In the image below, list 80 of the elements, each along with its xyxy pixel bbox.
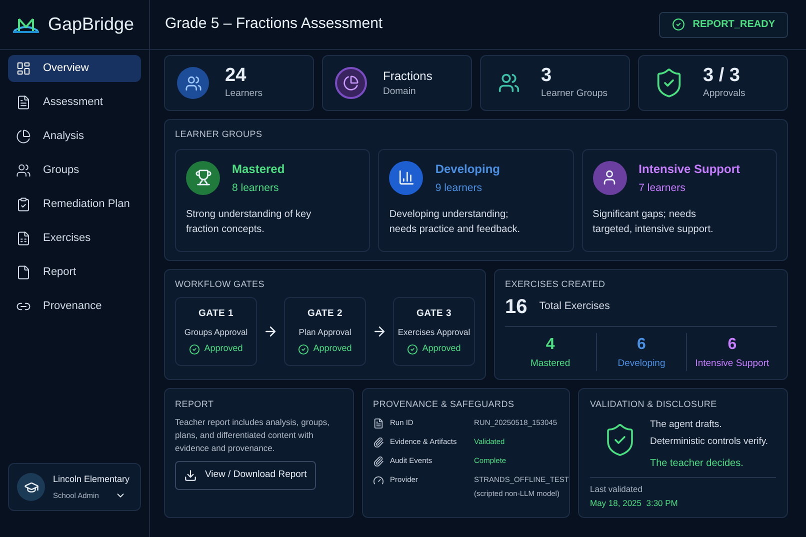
download-report-button[interactable]: View / Download Report bbox=[175, 461, 316, 490]
sidebar-item[interactable]: Assessment bbox=[8, 89, 141, 116]
group-description: Strong understanding of key fraction concepts. bbox=[186, 208, 312, 238]
section-title: PROVENANCE & SAFEGUARDS bbox=[373, 398, 516, 410]
brand-name: GapBridge bbox=[48, 13, 134, 36]
report-description: Teacher report includes analysis, groups, plans, and differentiated content with evidence and provenance. bbox=[175, 416, 330, 455]
stat-value: 24 bbox=[225, 64, 248, 87]
school-name: Lincoln Elementary bbox=[53, 473, 130, 486]
users-icon bbox=[177, 67, 209, 99]
gate-status: Approved bbox=[189, 342, 243, 356]
check-circle-icon bbox=[298, 344, 310, 354]
stat-value: Fractions bbox=[383, 68, 432, 85]
paperclip-icon bbox=[373, 437, 384, 448]
check-circle-icon bbox=[407, 344, 418, 354]
exercise-count: 6 Developing bbox=[596, 333, 686, 372]
gate-status: Approved bbox=[298, 342, 352, 356]
section-title: EXERCISES CREATED bbox=[505, 278, 606, 290]
page-title: Grade 5 – Fractions Assessment bbox=[165, 14, 383, 34]
paperclip-icon bbox=[373, 456, 384, 467]
stat-label: Learners bbox=[225, 86, 262, 101]
sidebar-item[interactable]: Provenance bbox=[8, 293, 141, 320]
validation-emphasis: The teacher decides. bbox=[650, 456, 744, 470]
sidebar-item[interactable]: Exercises bbox=[8, 225, 141, 252]
arrow-right-icon bbox=[372, 324, 387, 339]
gate-name: Groups Approval bbox=[184, 326, 248, 338]
clipboard-check-icon bbox=[16, 197, 31, 212]
group-count: 9 learners bbox=[435, 180, 484, 196]
arrow-right-icon bbox=[263, 324, 278, 339]
stat-value: 3 bbox=[541, 64, 553, 87]
group-count: 7 learners bbox=[638, 180, 686, 196]
download-icon bbox=[184, 469, 197, 482]
gauge-icon bbox=[373, 475, 384, 486]
gate-title: GATE 3 bbox=[416, 307, 452, 322]
file-icon bbox=[16, 265, 31, 280]
group-name: Mastered bbox=[232, 160, 285, 178]
sidebar-item[interactable]: Remediation Plan bbox=[8, 191, 141, 218]
stat-label: Learner Groups bbox=[541, 86, 608, 101]
check-circle-icon bbox=[189, 344, 200, 354]
total-label: Total Exercises bbox=[539, 299, 610, 314]
users-icon bbox=[16, 163, 31, 178]
sidebar-item[interactable]: Report bbox=[8, 259, 141, 286]
gate-title: GATE 2 bbox=[307, 307, 343, 322]
stat-label: Domain bbox=[383, 84, 417, 99]
sidebar-item[interactable]: Overview bbox=[8, 55, 141, 82]
group-name: Intensive Support bbox=[638, 160, 740, 178]
gate-status: Approved bbox=[407, 342, 461, 356]
pie-chart-icon bbox=[16, 129, 31, 144]
user-icon bbox=[592, 160, 627, 195]
last-validated-label: Last validated bbox=[590, 482, 644, 496]
sidebar-item[interactable]: Groups bbox=[8, 157, 141, 184]
exercise-count: 6 Intensive Support bbox=[686, 333, 777, 372]
stat-label: Approvals bbox=[703, 86, 746, 101]
total-count: 16 bbox=[505, 295, 528, 320]
trophy-icon bbox=[186, 160, 220, 195]
status-badge: REPORT_READY bbox=[658, 12, 788, 38]
gate-name: Exercises Approval bbox=[398, 326, 470, 338]
section-title: LEARNER GROUPS bbox=[175, 128, 264, 141]
bar-chart-icon bbox=[389, 160, 424, 195]
section-title: REPORT bbox=[175, 398, 215, 410]
group-description: Significant gaps; needs targeted, intensive support. bbox=[592, 208, 714, 238]
validation-line: The agent drafts. bbox=[650, 418, 723, 432]
document-icon bbox=[16, 95, 31, 110]
validation-line: Deterministic controls verify. bbox=[650, 435, 768, 450]
gate-title: GATE 1 bbox=[198, 307, 234, 322]
check-circle-icon bbox=[672, 18, 685, 31]
graduation-cap-icon bbox=[17, 473, 45, 501]
section-title: WORKFLOW GATES bbox=[175, 278, 266, 290]
section-title: VALIDATION & DISCLOSURE bbox=[590, 398, 718, 410]
gate-name: Plan Approval bbox=[298, 326, 352, 338]
pie-chart-icon bbox=[335, 67, 367, 99]
list-document-icon bbox=[16, 231, 31, 246]
group-name: Developing bbox=[435, 160, 500, 178]
group-count: 8 learners bbox=[232, 180, 280, 196]
group-description: Developing understanding; needs practice and feedback. bbox=[389, 208, 521, 238]
last-validated-date: May 18, 2025 3:30 PM bbox=[590, 497, 679, 510]
exercise-count: 4 Mastered bbox=[530, 335, 572, 371]
stat-value: 3 / 3 bbox=[703, 64, 741, 87]
sidebar-item[interactable]: Analysis bbox=[8, 123, 141, 150]
dashboard-icon bbox=[16, 61, 31, 76]
document-icon bbox=[373, 418, 384, 429]
